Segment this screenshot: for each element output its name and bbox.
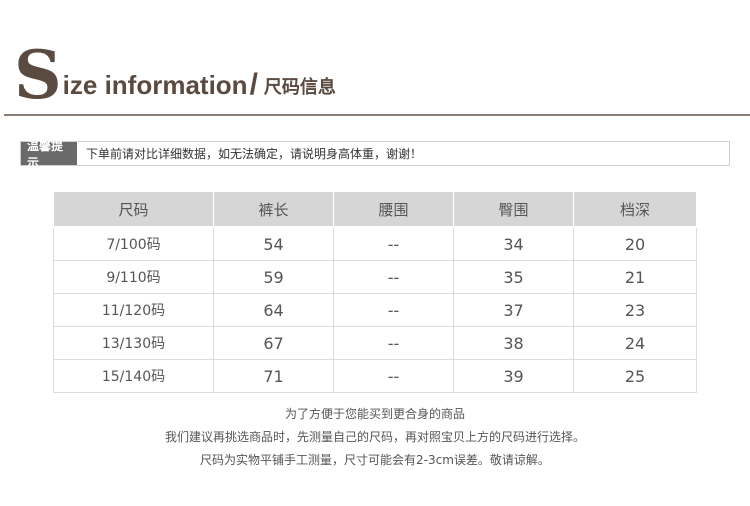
header-size: 尺码 xyxy=(53,191,214,228)
notes-block: 为了方便于您能买到更合身的商品 我们建议再挑选商品时，先测量自己的尺码，再对照宝… xyxy=(0,403,750,472)
table-row: 7/100码 54 -- 34 20 xyxy=(53,226,697,261)
note-line: 我们建议再挑选商品时，先测量自己的尺码，再对照宝贝上方的尺码进行选择。 xyxy=(164,430,585,444)
size-table: 尺码 裤长 腰围 臀围 档深 7/100码 54 -- 34 20 9/110码… xyxy=(53,191,697,393)
cell-hip: 38 xyxy=(453,326,574,360)
table-row: 13/130码 67 -- 38 24 xyxy=(53,326,697,360)
table-row: 9/110码 59 -- 35 21 xyxy=(53,260,697,294)
title-chinese: 尺码信息 xyxy=(263,77,336,98)
tip-text: 下单前请对比详细数据，如无法确定，请说明身高体重，谢谢！ xyxy=(86,147,423,161)
cell-size: 7/100码 xyxy=(53,226,214,261)
cell-size: 13/130码 xyxy=(53,326,214,360)
note-line: 为了方便于您能买到更合身的商品 xyxy=(284,407,465,421)
cell-hip: 39 xyxy=(453,359,574,393)
cell-size: 11/120码 xyxy=(53,293,214,327)
tip-bar: 温馨提示 下单前请对比详细数据，如无法确定，请说明身高体重，谢谢！ xyxy=(20,139,730,170)
cell-rise: 24 xyxy=(573,326,697,360)
cell-size: 15/140码 xyxy=(53,359,214,393)
cell-hip: 37 xyxy=(453,293,574,327)
table-row: 15/140码 71 -- 39 25 xyxy=(53,359,697,393)
note-line: 尺码为实物平铺手工测量，尺寸可能会有2-3cm误差。敬请谅解。 xyxy=(200,453,550,467)
cell-pants-length: 59 xyxy=(213,260,334,294)
cell-pants-length: 71 xyxy=(213,359,334,393)
title-slash: / xyxy=(249,68,258,101)
cell-rise: 20 xyxy=(573,226,697,261)
cell-waist: -- xyxy=(333,359,454,393)
cell-size: 9/110码 xyxy=(53,260,214,294)
cell-rise: 25 xyxy=(573,359,697,393)
cell-pants-length: 67 xyxy=(213,326,334,360)
title-initial-letter: S xyxy=(14,36,62,114)
header-hip: 臀围 xyxy=(453,191,574,228)
cell-pants-length: 54 xyxy=(213,226,334,261)
cell-rise: 23 xyxy=(573,293,697,327)
header-divider xyxy=(4,114,750,116)
cell-waist: -- xyxy=(333,226,454,261)
title-text: ize information xyxy=(62,70,248,100)
cell-hip: 34 xyxy=(453,226,574,261)
cell-rise: 21 xyxy=(573,260,697,294)
cell-waist: -- xyxy=(333,260,454,294)
header-pants-length: 裤长 xyxy=(213,191,334,228)
cell-pants-length: 64 xyxy=(213,293,334,327)
header-rise: 档深 xyxy=(573,191,697,228)
header-waist: 腰围 xyxy=(333,191,454,228)
table-row: 11/120码 64 -- 37 23 xyxy=(53,293,697,327)
size-table-header-row: 尺码 裤长 腰围 臀围 档深 xyxy=(53,191,697,228)
cell-waist: -- xyxy=(333,326,454,360)
tip-label: 温馨提示 xyxy=(21,139,77,170)
cell-hip: 35 xyxy=(453,260,574,294)
cell-waist: -- xyxy=(333,293,454,327)
section-header: S ize information / 尺码信息 xyxy=(14,36,614,114)
